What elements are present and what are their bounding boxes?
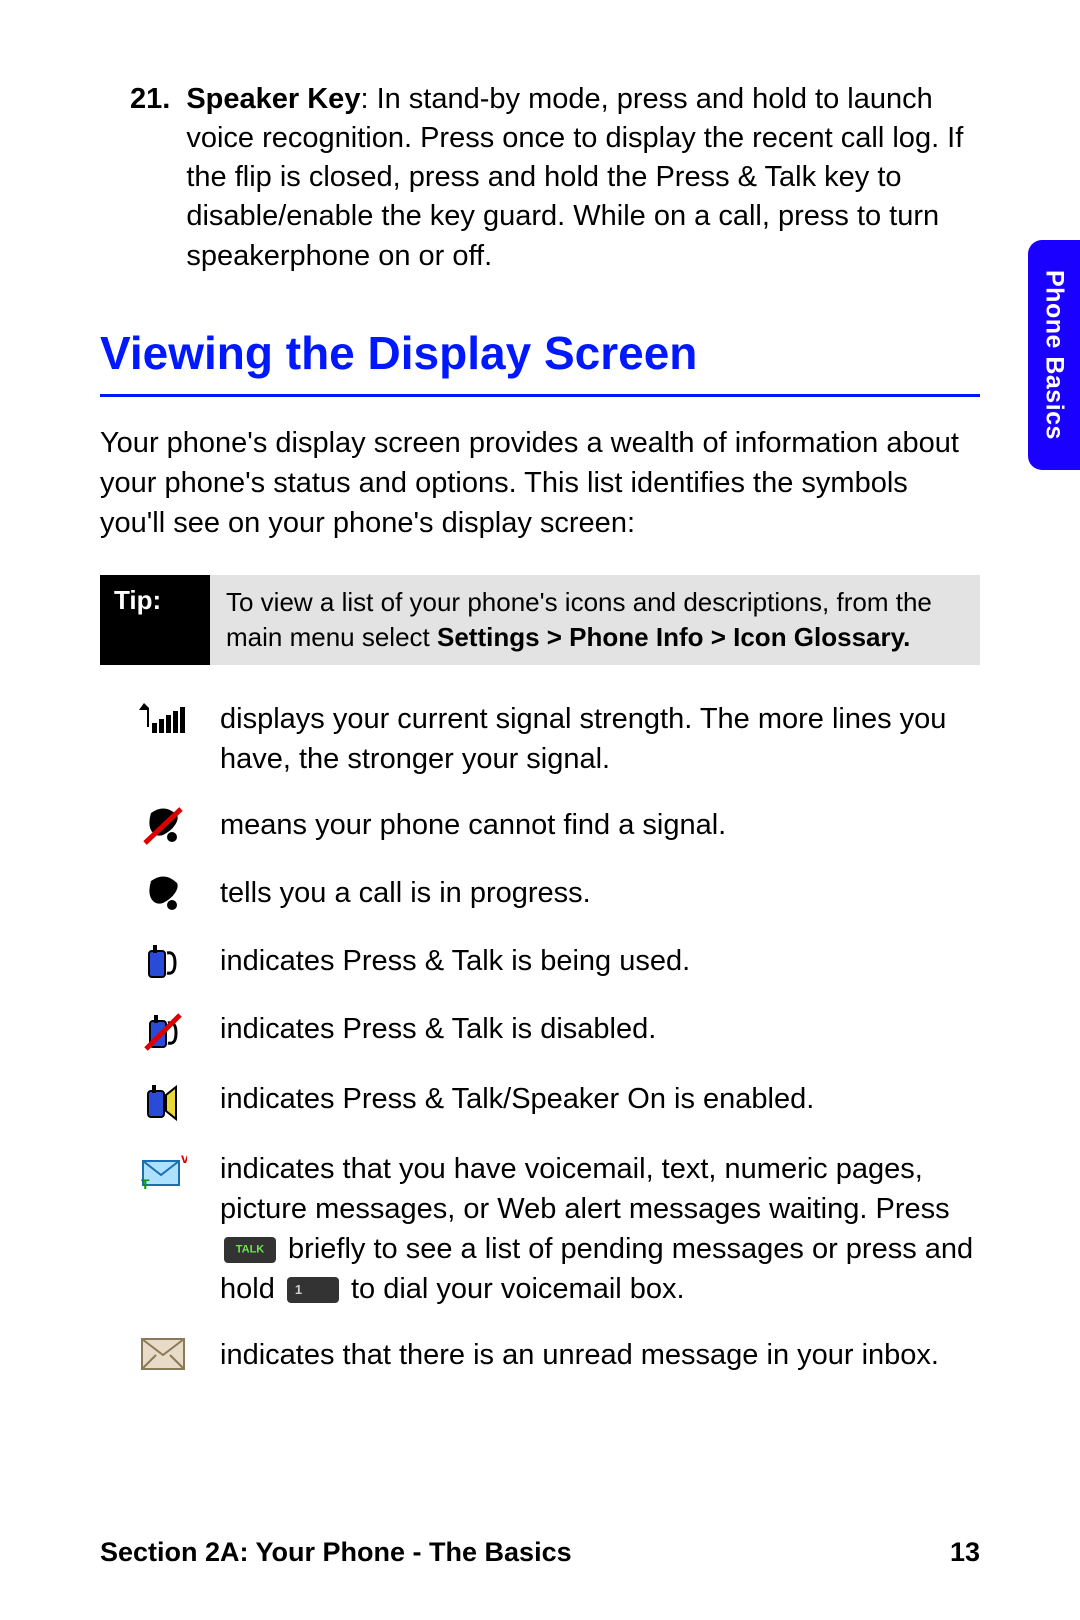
row-text: tells you a call is in progress. (220, 873, 980, 915)
talk-key-icon (224, 1237, 276, 1263)
tip-bold: Settings > Phone Info > Icon Glossary. (437, 622, 910, 652)
svg-text:T: T (141, 1176, 150, 1191)
page-footer: Section 2A: Your Phone - The Basics 13 (100, 1537, 980, 1568)
row-unread: indicates that there is an unread messag… (130, 1335, 980, 1375)
tip-body: To view a list of your phone's icons and… (210, 575, 980, 665)
list-item-21: 21. Speaker Key: In stand-by mode, press… (100, 80, 980, 276)
one-key-icon (287, 1277, 339, 1303)
row-call: tells you a call is in progress. (130, 873, 980, 915)
heading-rule (100, 394, 980, 397)
no-signal-icon (130, 805, 196, 847)
row-messages: v T indicates that you have voicemail, t… (130, 1149, 980, 1309)
svg-text:v: v (181, 1151, 187, 1166)
row-text: indicates Press & Talk/Speaker On is ena… (220, 1079, 980, 1123)
item-label: Speaker Key (186, 83, 360, 115)
heading-viewing-display: Viewing the Display Screen (100, 326, 980, 380)
item-number: 21. (130, 80, 170, 276)
item-body: Speaker Key: In stand-by mode, press and… (186, 80, 980, 276)
row-text: indicates Press & Talk is disabled. (220, 1009, 980, 1053)
messages-icon: v T (130, 1149, 196, 1309)
row-text: displays your current signal strength. T… (220, 699, 980, 779)
row-text: indicates that you have voicemail, text,… (220, 1149, 980, 1309)
envelope-icon (130, 1335, 196, 1375)
section-tab: Phone Basics (1028, 240, 1080, 470)
row-text: indicates Press & Talk is being used. (220, 941, 980, 983)
ptt-icon (130, 941, 196, 983)
row-ptt-speaker: indicates Press & Talk/Speaker On is ena… (130, 1079, 980, 1123)
signal-icon (130, 699, 196, 779)
call-icon (130, 873, 196, 915)
intro-paragraph: Your phone's display screen provides a w… (100, 423, 980, 543)
row-no-signal: means your phone cannot find a signal. (130, 805, 980, 847)
footer-page: 13 (950, 1537, 980, 1568)
footer-section: Section 2A: Your Phone - The Basics (100, 1537, 572, 1568)
ptt-disabled-icon (130, 1009, 196, 1053)
row-text: indicates that there is an unread messag… (220, 1335, 980, 1375)
tip-label: Tip: (100, 575, 210, 665)
row-ptt-disabled: indicates Press & Talk is disabled. (130, 1009, 980, 1053)
tip-box: Tip: To view a list of your phone's icon… (100, 575, 980, 665)
row-text: means your phone cannot find a signal. (220, 805, 980, 847)
ptt-speaker-icon (130, 1079, 196, 1123)
row-signal: displays your current signal strength. T… (130, 699, 980, 779)
row-ptt: indicates Press & Talk is being used. (130, 941, 980, 983)
icon-glossary-list: displays your current signal strength. T… (100, 699, 980, 1375)
section-tab-label: Phone Basics (1040, 270, 1069, 440)
